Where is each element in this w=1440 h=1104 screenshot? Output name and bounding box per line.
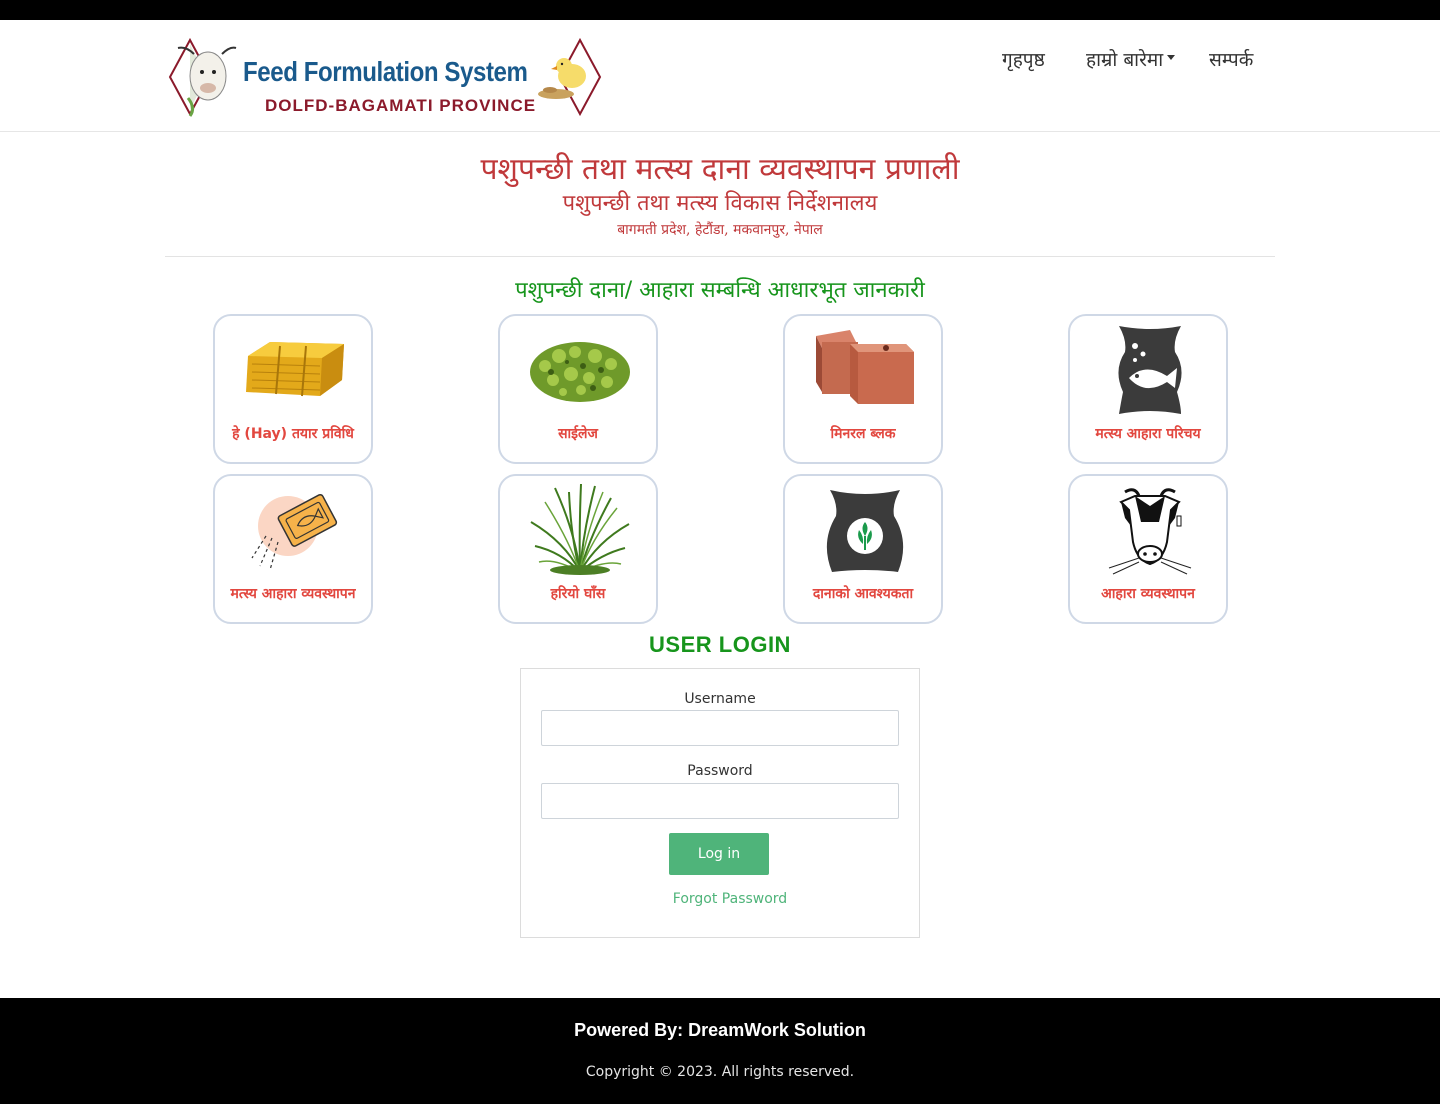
card-label: मिनरल ब्लक xyxy=(830,426,896,442)
hero-title: पशुपन्छी तथा मत्स्य दाना व्यवस्थापन प्रण… xyxy=(480,152,960,187)
card-label: मत्स्य आहारा व्यवस्थापन xyxy=(230,586,356,602)
password-label: Password xyxy=(687,763,753,779)
site-logo[interactable]: Feed Formulation System DOLFD-BAGAMATI P… xyxy=(168,36,604,118)
logo-subtitle: DOLFD-BAGAMATI PROVINCE xyxy=(265,96,537,115)
info-card-silage[interactable]: साईलेज xyxy=(498,314,658,464)
powered-by: Powered By: DreamWork Solution xyxy=(574,1020,866,1040)
card-label: मत्स्य आहारा परिचय xyxy=(1095,426,1201,442)
info-card-feed-management[interactable]: आहारा व्यवस्थापन xyxy=(1068,474,1228,624)
divider xyxy=(165,256,1275,257)
nav-about-dropdown[interactable]: हाम्रो बारेमा xyxy=(1086,46,1176,72)
username-input[interactable] xyxy=(541,710,899,746)
info-card-feed-requirement[interactable]: दानाको आवश्यकता xyxy=(783,474,943,624)
hero-banner: पशुपन्छी तथा मत्स्य दाना व्यवस्थापन प्रण… xyxy=(0,150,1440,242)
grain-sack-icon xyxy=(810,482,920,576)
fish-feed-packet-icon xyxy=(240,482,350,576)
hero-address: बागमती प्रदेश, हेटौंडा, मकवानपुर, नेपाल xyxy=(617,222,823,238)
info-card-green-grass[interactable]: हरियो घाँस xyxy=(498,474,658,624)
card-label: दानाको आवश्यकता xyxy=(812,586,914,602)
card-label: साईलेज xyxy=(558,426,598,442)
username-label: Username xyxy=(684,691,756,707)
logo-title: Feed Formulation System xyxy=(243,56,528,87)
caret-down-icon xyxy=(1167,55,1176,60)
card-label: हरियो घाँस xyxy=(550,586,606,602)
info-section-title: पशुपन्छी दाना/ आहारा सम्बन्धि आधारभूत जा… xyxy=(515,278,925,303)
cow-icon xyxy=(1095,482,1205,576)
info-card-hay[interactable]: हे (Hay) तयार प्रविधि xyxy=(213,314,373,464)
info-card-fish-feed-management[interactable]: मत्स्य आहारा व्यवस्थापन xyxy=(213,474,373,624)
silage-icon xyxy=(525,322,635,416)
fish-feed-bag-icon xyxy=(1095,322,1205,416)
nav-about-label: हाम्रो बारेमा xyxy=(1086,49,1164,71)
green-grass-icon xyxy=(525,482,635,576)
hero-subtitle: पशुपन्छी तथा मत्स्य विकास निर्देशनालय xyxy=(562,191,878,216)
card-label: हे (Hay) तयार प्रविधि xyxy=(232,426,354,442)
nav-home-link[interactable]: गृहपृष्ठ xyxy=(1002,46,1045,72)
card-label: आहारा व्यवस्थापन xyxy=(1101,586,1195,602)
mineral-block-icon xyxy=(810,322,920,416)
footer: Powered By: DreamWork Solution Copyright… xyxy=(0,998,1440,1104)
password-input[interactable] xyxy=(541,783,899,819)
nav-contact-link[interactable]: सम्पर्क xyxy=(1209,46,1253,72)
forgot-password-link[interactable]: Forgot Password xyxy=(521,891,939,907)
info-card-mineral-block[interactable]: मिनरल ब्लक xyxy=(783,314,943,464)
hay-bale-icon xyxy=(240,322,350,416)
top-strip xyxy=(0,0,1440,20)
login-title: USER LOGIN xyxy=(649,632,791,657)
info-card-fish-feed-intro[interactable]: मत्स्य आहारा परिचय xyxy=(1068,314,1228,464)
copyright-text: Copyright © 2023. All rights reserved. xyxy=(585,1064,855,1080)
navbar: Feed Formulation System DOLFD-BAGAMATI P… xyxy=(0,20,1440,132)
login-form: Username Password Log in Forgot Password xyxy=(520,668,920,938)
login-button[interactable]: Log in xyxy=(669,833,769,875)
